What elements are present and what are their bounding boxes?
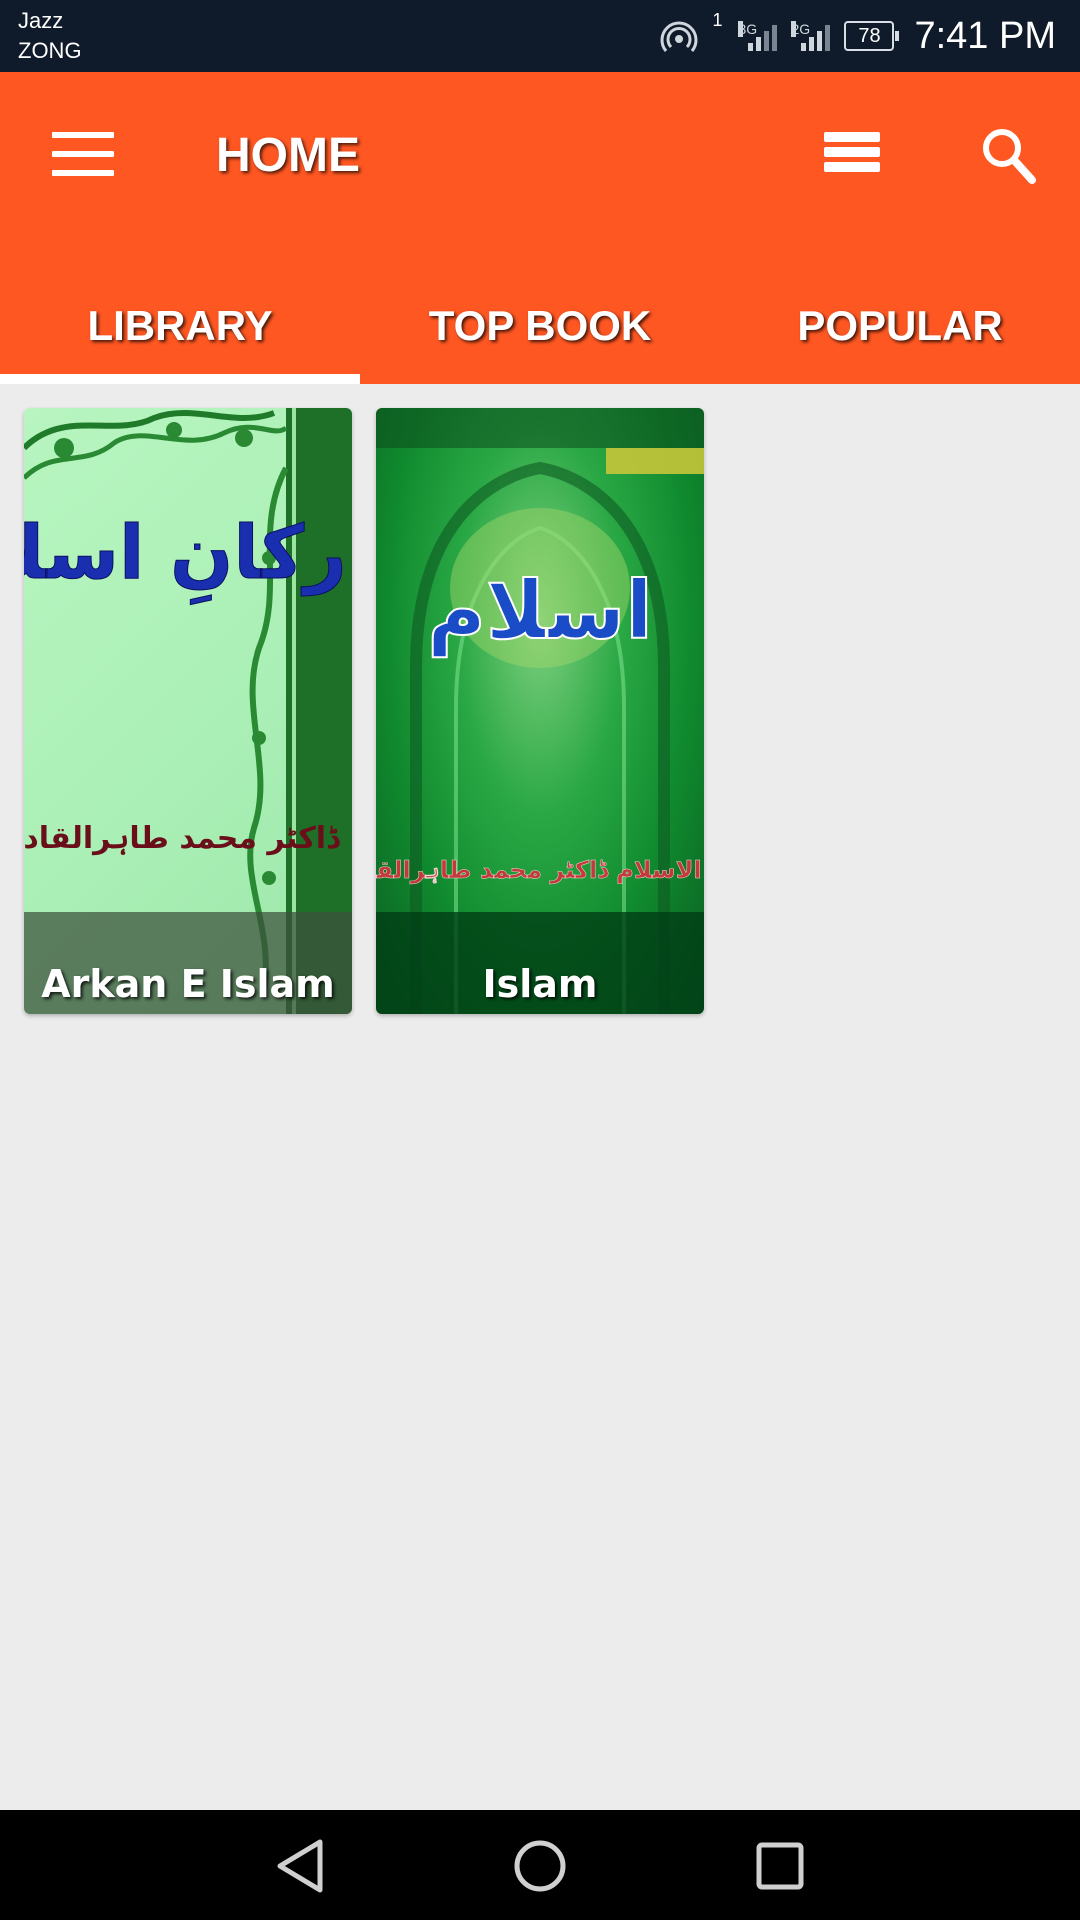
list-icon bbox=[824, 132, 880, 172]
book-title: Islam bbox=[376, 912, 704, 1014]
tab-library[interactable]: LIBRARY bbox=[0, 268, 360, 384]
sim1-label: 1 bbox=[712, 10, 723, 30]
book-card-islam[interactable]: اسلام شیخ الاسلام ڈاکٹر محمد طاہرالقادری… bbox=[376, 408, 704, 1014]
book-grid: ارکانِ اسلام ڈاکٹر محمد طاہرالقادری Arka… bbox=[0, 384, 1080, 1810]
tab-library-label: LIBRARY bbox=[87, 302, 273, 349]
back-button[interactable] bbox=[270, 1838, 330, 1894]
cover-author-text: شیخ الاسلام ڈاکٹر محمد طاہرالقادری bbox=[376, 856, 704, 884]
tab-bar: LIBRARY TOP BOOK POPULAR bbox=[0, 268, 1080, 384]
battery-level: 78 bbox=[858, 25, 881, 47]
carrier-1: Jazz bbox=[18, 8, 64, 33]
recents-icon bbox=[756, 1842, 804, 1890]
hotspot-icon bbox=[661, 21, 698, 52]
app-bar: HOME LIBRARY TOP BOOK POPULAR bbox=[0, 72, 1080, 384]
tab-popular-label: POPULAR bbox=[797, 302, 1003, 349]
status-indicators: 1 3G 2G 78 7:41 PM bbox=[660, 10, 1056, 62]
signal-3g-icon: 3G bbox=[738, 21, 778, 51]
tab-top-book[interactable]: TOP BOOK bbox=[360, 268, 720, 384]
clock: 7:41 PM bbox=[914, 14, 1056, 57]
carrier-2: ZONG bbox=[18, 38, 82, 63]
book-title-text: Arkan E Islam bbox=[41, 962, 335, 1006]
home-button[interactable] bbox=[510, 1838, 570, 1894]
menu-icon bbox=[52, 132, 114, 176]
net2-label: 2G bbox=[791, 21, 811, 37]
menu-button[interactable] bbox=[52, 132, 114, 182]
book-title-text: Islam bbox=[482, 962, 598, 1006]
book-title: Arkan E Islam bbox=[24, 912, 352, 1014]
system-nav-bar bbox=[0, 1810, 1080, 1920]
net1-label: 3G bbox=[738, 21, 758, 37]
cover-author-text: ڈاکٹر محمد طاہرالقادری bbox=[24, 821, 341, 856]
back-icon bbox=[277, 1839, 323, 1893]
recents-button[interactable] bbox=[750, 1838, 810, 1894]
book-card-arkan-e-islam[interactable]: ارکانِ اسلام ڈاکٹر محمد طاہرالقادری Arka… bbox=[24, 408, 352, 1014]
search-button[interactable] bbox=[978, 124, 1038, 186]
battery-icon: 78 bbox=[844, 21, 900, 51]
home-icon bbox=[514, 1840, 566, 1892]
tab-top-book-label: TOP BOOK bbox=[428, 302, 652, 349]
status-bar: Jazz ZONG 1 3G 2G 78 7:41 PM bbox=[0, 0, 1080, 72]
screen: Jazz ZONG 1 3G 2G 78 7:41 PM HOME LIBRAR… bbox=[0, 0, 1080, 1920]
signal-2g-icon: 2G bbox=[791, 21, 831, 51]
carrier-info: Jazz ZONG bbox=[18, 6, 82, 66]
cover-title-text: ارکانِ اسلام bbox=[24, 510, 352, 605]
page-title: HOME bbox=[216, 129, 360, 182]
cover-title-text: اسلام bbox=[427, 564, 652, 658]
tab-popular[interactable]: POPULAR bbox=[720, 268, 1080, 384]
search-icon bbox=[983, 129, 1036, 184]
list-view-button[interactable] bbox=[824, 132, 880, 184]
